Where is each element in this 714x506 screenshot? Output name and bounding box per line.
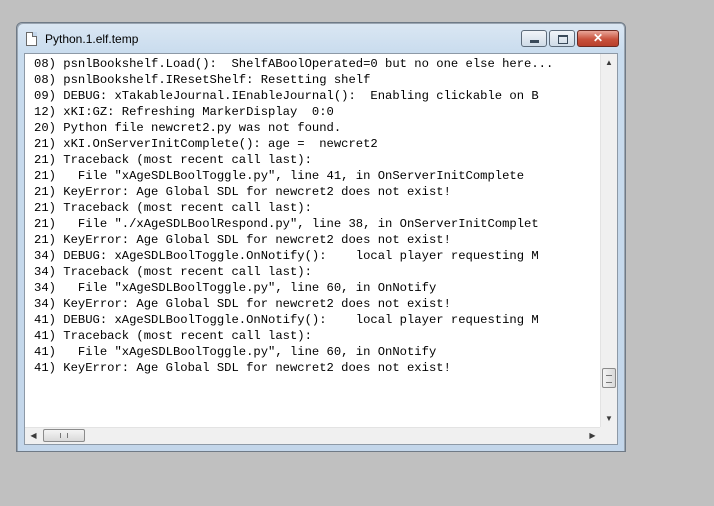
- title-bar[interactable]: Python.1.elf.temp ✕: [17, 23, 625, 55]
- editor-area: 08) psnlBookshelf.Load(): ShelfABoolOper…: [24, 53, 618, 445]
- minimize-icon: [530, 40, 539, 43]
- log-line: 08) psnlBookshelf.Load(): ShelfABoolOper…: [34, 57, 554, 71]
- scroll-up-arrow-icon[interactable]: ▲: [601, 54, 617, 71]
- log-line: 34) Traceback (most recent call last):: [34, 265, 312, 279]
- vertical-scroll-thumb[interactable]: [602, 368, 616, 388]
- document-icon: [26, 32, 37, 46]
- scroll-down-arrow-icon[interactable]: ▼: [601, 410, 617, 427]
- horizontal-scroll-thumb[interactable]: [43, 429, 85, 442]
- notepad-window: Python.1.elf.temp ✕ 08) psnlBookshelf.Lo…: [16, 22, 626, 452]
- log-line: 09) DEBUG: xTakableJournal.IEnableJourna…: [34, 89, 539, 103]
- log-line: 21) xKI.OnServerInitComplete(): age = ne…: [34, 137, 378, 151]
- log-line: 21) File "./xAgeSDLBoolRespond.py", line…: [34, 217, 539, 231]
- log-text: 08) psnlBookshelf.Load(): ShelfABoolOper…: [34, 56, 553, 376]
- log-line: 34) KeyError: Age Global SDL for newcret…: [34, 297, 451, 311]
- minimize-button[interactable]: [521, 30, 547, 47]
- log-line: 41) KeyError: Age Global SDL for newcret…: [34, 361, 451, 375]
- close-button[interactable]: ✕: [577, 30, 619, 47]
- log-line: 41) Traceback (most recent call last):: [34, 329, 312, 343]
- size-grip: [600, 427, 617, 444]
- maximize-icon: [558, 35, 568, 44]
- log-line: 21) File "xAgeSDLBoolToggle.py", line 41…: [34, 169, 525, 183]
- window-title: Python.1.elf.temp: [45, 32, 139, 46]
- caption-buttons: ✕: [519, 30, 619, 48]
- log-line: 08) psnlBookshelf.IResetShelf: Resetting…: [34, 73, 371, 87]
- close-icon: ✕: [592, 31, 604, 45]
- log-line: 34) File "xAgeSDLBoolToggle.py", line 60…: [34, 281, 437, 295]
- log-line: 20) Python file newcret2.py was not foun…: [34, 121, 342, 135]
- log-line: 21) Traceback (most recent call last):: [34, 201, 312, 215]
- horizontal-scrollbar[interactable]: ◀ ▶: [25, 427, 601, 444]
- log-line: 12) xKI:GZ: Refreshing MarkerDisplay 0:0: [34, 105, 334, 119]
- log-line: 21) KeyError: Age Global SDL for newcret…: [34, 233, 451, 247]
- log-line: 21) KeyError: Age Global SDL for newcret…: [34, 185, 451, 199]
- text-area[interactable]: 08) psnlBookshelf.Load(): ShelfABoolOper…: [25, 54, 601, 427]
- log-line: 41) File "xAgeSDLBoolToggle.py", line 60…: [34, 345, 437, 359]
- log-line: 41) DEBUG: xAgeSDLBoolToggle.OnNotify():…: [34, 313, 539, 327]
- maximize-button[interactable]: [549, 30, 575, 47]
- scroll-right-arrow-icon[interactable]: ▶: [584, 428, 601, 444]
- scroll-left-arrow-icon[interactable]: ◀: [25, 428, 42, 444]
- log-line: 34) DEBUG: xAgeSDLBoolToggle.OnNotify():…: [34, 249, 539, 263]
- vertical-scrollbar[interactable]: ▲ ▼: [600, 54, 617, 427]
- log-line: 21) Traceback (most recent call last):: [34, 153, 312, 167]
